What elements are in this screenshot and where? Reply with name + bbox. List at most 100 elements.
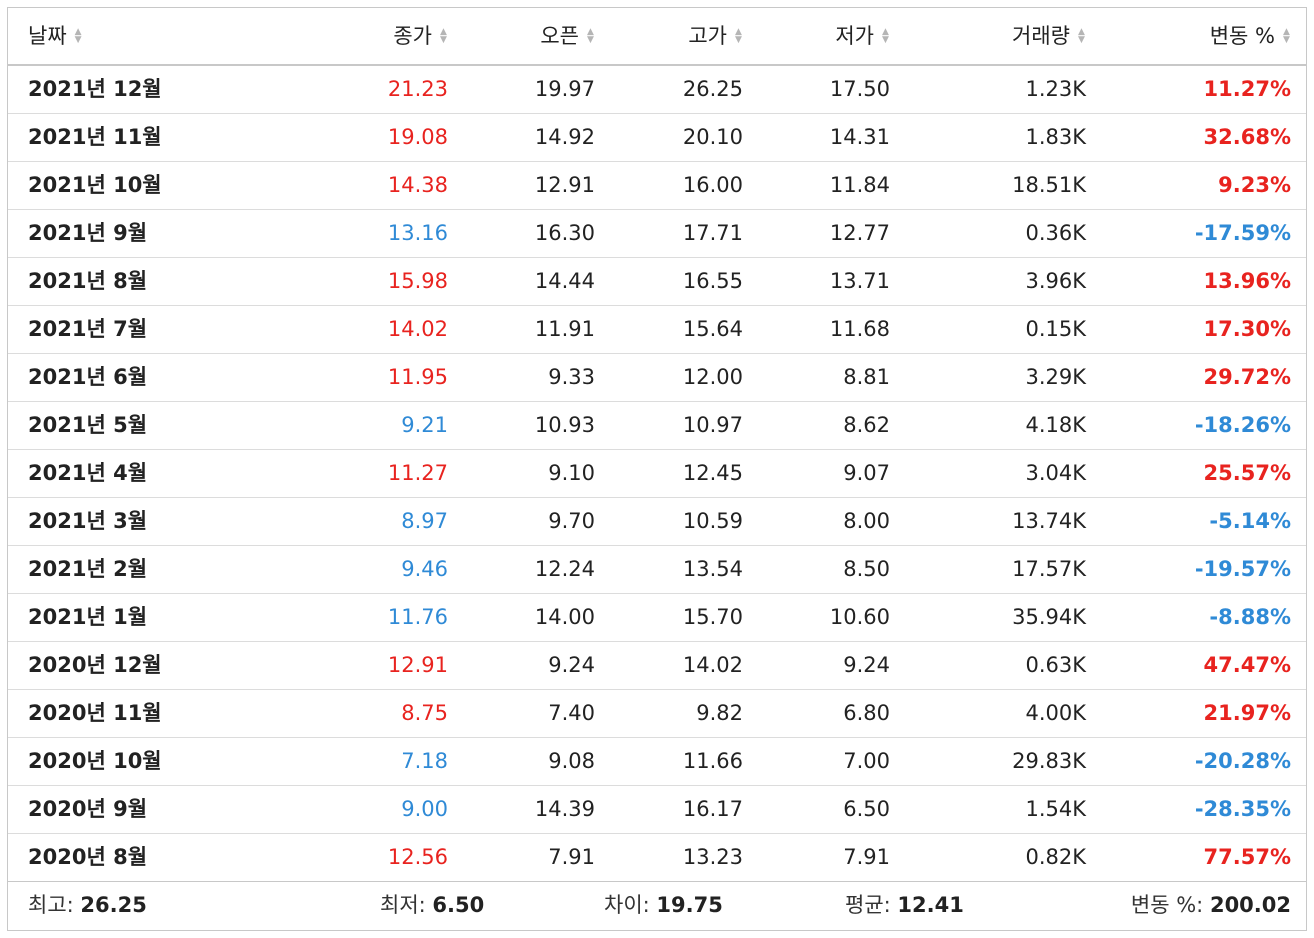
- column-header-volume[interactable]: 거래량 ▲ ▼: [1012, 8, 1086, 64]
- date-cell: 2021년 2월: [28, 557, 148, 581]
- close-cell: 11.27: [387, 461, 448, 485]
- table-row: 2020년 9월 9.00 14.39 16.17 6.50 1.54K -28.35%: [8, 786, 1306, 834]
- change-cell: 77.57%: [1203, 845, 1291, 869]
- high-cell: 15.70: [682, 605, 743, 629]
- date-cell: 2020년 9월: [28, 797, 148, 821]
- table-row: 2021년 10월 14.38 12.91 16.00 11.84 18.51K 9.23%: [8, 162, 1306, 210]
- column-header-close[interactable]: 종가 ▲ ▼: [393, 8, 448, 64]
- low-cell: 13.71: [829, 269, 890, 293]
- table-row: 2021년 11월 19.08 14.92 20.10 14.31 1.83K 32.68%: [8, 114, 1306, 162]
- table-header: 날짜 ▲ ▼ 종가 ▲ ▼ 오픈 ▲ ▼ 고가 ▲ ▼ 저가 ▲ ▼ 거래량 ▲ ▼ 변동 % ▲ ▼: [8, 8, 1306, 66]
- column-header-change[interactable]: 변동 % ▲ ▼: [1210, 8, 1291, 64]
- change-cell: 29.72%: [1203, 365, 1291, 389]
- change-cell: 9.23%: [1218, 173, 1291, 197]
- column-header-label: 종가: [393, 24, 432, 48]
- volume-cell: 29.83K: [1012, 749, 1086, 773]
- volume-cell: 4.00K: [1025, 701, 1086, 725]
- close-cell: 8.75: [401, 701, 448, 725]
- date-cell: 2020년 10월: [28, 749, 162, 773]
- date-cell: 2021년 12월: [28, 77, 162, 101]
- close-cell: 7.18: [401, 749, 448, 773]
- high-cell: 10.59: [682, 509, 743, 533]
- table-row: 2020년 12월 12.91 9.24 14.02 9.24 0.63K 47.47%: [8, 642, 1306, 690]
- column-header-date[interactable]: 날짜 ▲ ▼: [28, 8, 83, 64]
- change-cell: 25.57%: [1203, 461, 1291, 485]
- high-cell: 17.71: [682, 221, 743, 245]
- open-cell: 11.91: [534, 317, 595, 341]
- low-cell: 8.81: [843, 365, 890, 389]
- open-cell: 9.70: [548, 509, 595, 533]
- column-header-high[interactable]: 고가 ▲ ▼: [688, 8, 743, 64]
- close-cell: 12.91: [387, 653, 448, 677]
- sort-updown-icon: ▲ ▼: [74, 27, 82, 45]
- summary-low: 최저: 6.50: [380, 893, 485, 917]
- close-cell: 13.16: [387, 221, 448, 245]
- sort-updown-icon: ▲ ▼: [882, 27, 889, 45]
- table-row: 2021년 9월 13.16 16.30 17.71 12.77 0.36K -17.59%: [8, 210, 1306, 258]
- sort-updown-icon: ▲ ▼: [1078, 27, 1085, 45]
- high-cell: 11.66: [682, 749, 743, 773]
- summary-diff: 차이: 19.75: [604, 893, 723, 917]
- open-cell: 14.00: [534, 605, 595, 629]
- date-cell: 2021년 8월: [28, 269, 148, 293]
- open-cell: 7.91: [548, 845, 595, 869]
- table-row: 2021년 5월 9.21 10.93 10.97 8.62 4.18K -18.26%: [8, 402, 1306, 450]
- change-cell: -20.28%: [1194, 749, 1291, 773]
- close-cell: 15.98: [387, 269, 448, 293]
- date-cell: 2021년 11월: [28, 125, 162, 149]
- summary-high: 최고: 26.25: [28, 893, 147, 917]
- table-row: 2021년 1월 11.76 14.00 15.70 10.60 35.94K -8.88%: [8, 594, 1306, 642]
- table-row: 2020년 8월 12.56 7.91 13.23 7.91 0.82K 77.57%: [8, 834, 1306, 882]
- date-cell: 2021년 5월: [28, 413, 148, 437]
- summary-change: 변동 %: 200.02: [1130, 893, 1291, 917]
- change-cell: 11.27%: [1203, 77, 1291, 101]
- column-header-open[interactable]: 오픈 ▲ ▼: [540, 8, 595, 64]
- high-cell: 26.25: [682, 77, 743, 101]
- low-cell: 12.77: [829, 221, 890, 245]
- table-footer-summary: 최고: 26.25 최저: 6.50 차이: 19.75 평균: 12.41 변…: [8, 881, 1306, 930]
- change-cell: 17.30%: [1203, 317, 1291, 341]
- low-cell: 6.80: [843, 701, 890, 725]
- change-cell: 32.68%: [1203, 125, 1291, 149]
- sort-updown-icon: ▲ ▼: [1283, 27, 1290, 45]
- change-cell: -18.26%: [1194, 413, 1291, 437]
- open-cell: 14.92: [534, 125, 595, 149]
- volume-cell: 0.63K: [1025, 653, 1086, 677]
- date-cell: 2021년 3월: [28, 509, 148, 533]
- column-header-label: 오픈: [540, 24, 579, 48]
- high-cell: 12.00: [682, 365, 743, 389]
- high-cell: 10.97: [682, 413, 743, 437]
- close-cell: 14.02: [387, 317, 448, 341]
- low-cell: 17.50: [829, 77, 890, 101]
- open-cell: 9.08: [548, 749, 595, 773]
- column-header-label: 날짜: [28, 24, 67, 48]
- high-cell: 20.10: [682, 125, 743, 149]
- column-header-low[interactable]: 저가 ▲ ▼: [835, 8, 890, 64]
- high-cell: 9.82: [696, 701, 743, 725]
- close-cell: 11.76: [387, 605, 448, 629]
- date-cell: 2020년 11월: [28, 701, 162, 725]
- open-cell: 9.10: [548, 461, 595, 485]
- sort-updown-icon: ▲ ▼: [440, 27, 447, 45]
- table-row: 2020년 11월 8.75 7.40 9.82 6.80 4.00K 21.97%: [8, 690, 1306, 738]
- summary-average: 평균: 12.41: [845, 893, 964, 917]
- volume-cell: 18.51K: [1012, 173, 1086, 197]
- change-cell: -17.59%: [1194, 221, 1291, 245]
- change-cell: -8.88%: [1209, 605, 1291, 629]
- date-cell: 2021년 7월: [28, 317, 148, 341]
- open-cell: 12.24: [534, 557, 595, 581]
- volume-cell: 0.15K: [1025, 317, 1086, 341]
- low-cell: 8.62: [843, 413, 890, 437]
- low-cell: 9.07: [843, 461, 890, 485]
- low-cell: 7.00: [843, 749, 890, 773]
- high-cell: 13.23: [682, 845, 743, 869]
- column-header-label: 저가: [835, 24, 874, 48]
- table-row: 2021년 8월 15.98 14.44 16.55 13.71 3.96K 13.96%: [8, 258, 1306, 306]
- change-cell: 13.96%: [1203, 269, 1291, 293]
- close-cell: 21.23: [387, 77, 448, 101]
- column-header-label: 변동 %: [1209, 24, 1275, 48]
- table-row: 2021년 12월 21.23 19.97 26.25 17.50 1.23K 11.27%: [8, 66, 1306, 114]
- high-cell: 16.00: [682, 173, 743, 197]
- high-cell: 12.45: [682, 461, 743, 485]
- volume-cell: 1.23K: [1025, 77, 1086, 101]
